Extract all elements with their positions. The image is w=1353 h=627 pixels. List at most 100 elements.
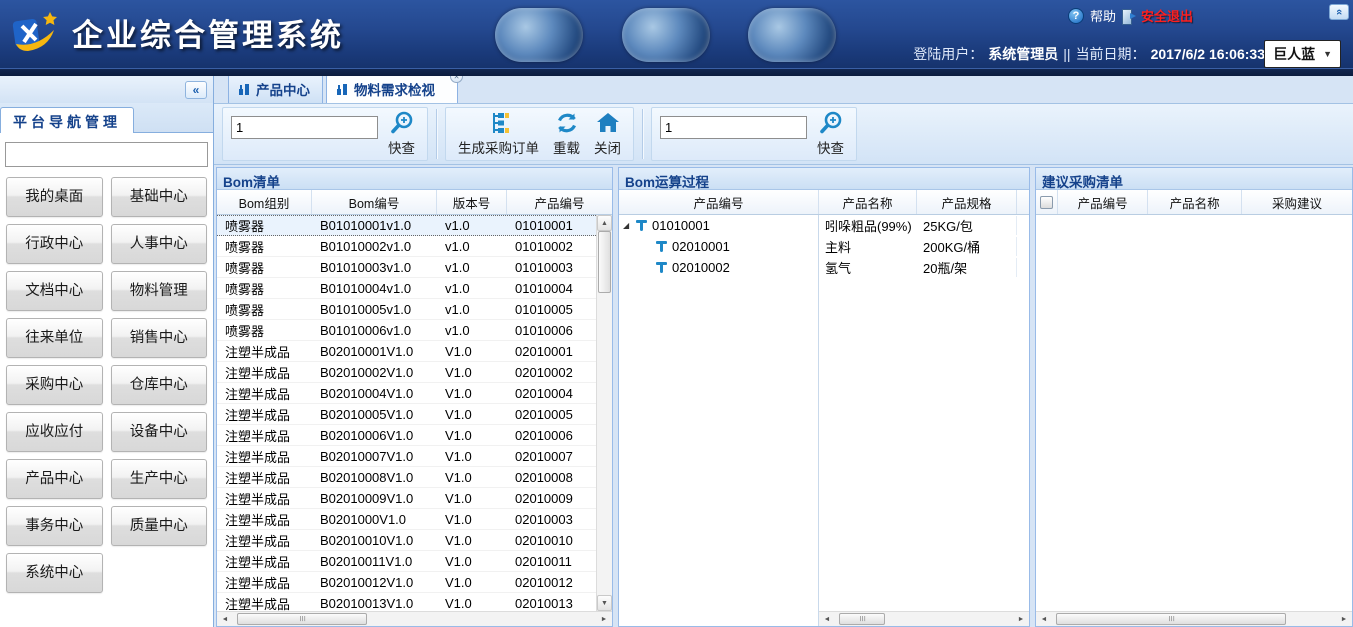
node-code: 01010001 [652, 218, 710, 233]
sidebar-item-11[interactable]: 应收应付 [6, 412, 103, 452]
bom-list-row[interactable]: 注塑半成品B02010009V1.0V1.002010009 [217, 488, 596, 509]
bom-list-row[interactable]: 注塑半成品B02010013V1.0V1.002010013 [217, 593, 596, 611]
suggest-h-scrollbar[interactable]: ◄ ► [1036, 611, 1352, 626]
bom-list-row[interactable]: 喷雾器B01010004v1.0v1.001010004 [217, 278, 596, 299]
column-header-product-spec[interactable]: 产品规格 [917, 190, 1017, 214]
h-scroll-track[interactable] [1052, 612, 1336, 626]
close-button[interactable]: 关闭 [590, 109, 625, 158]
bom-list-row[interactable]: 注塑半成品B0201000V1.0V1.002010003 [217, 509, 596, 530]
column-header-version[interactable]: 版本号 [437, 190, 507, 214]
help-link[interactable]: 帮助 [1090, 6, 1116, 25]
bom-list-row[interactable]: 喷雾器B01010006v1.0v1.001010006 [217, 320, 596, 341]
tree-expander-icon[interactable]: ◢ [623, 221, 636, 230]
detail-row[interactable]: 主料200KG/桶 [819, 236, 1029, 257]
bom-node-icon [656, 240, 667, 253]
cell: 注塑半成品 [217, 447, 312, 466]
cell: 喷雾器 [217, 258, 312, 277]
bom-list-row[interactable]: 注塑半成品B02010011V1.0V1.002010011 [217, 551, 596, 572]
cell: 注塑半成品 [217, 405, 312, 424]
column-header-bom-group[interactable]: Bom组别 [217, 190, 312, 214]
sidebar-item-16[interactable]: 质量中心 [111, 506, 208, 546]
sidebar-item-8[interactable]: 销售中心 [111, 318, 208, 358]
sidebar-search-input[interactable] [5, 142, 208, 167]
bom-list-row[interactable]: 注塑半成品B02010005V1.0V1.002010005 [217, 404, 596, 425]
tab-2[interactable]: 物料需求检视✕ [326, 76, 458, 103]
detail-row[interactable]: 吲哚粗品(99%)25KG/包 [819, 215, 1029, 236]
generate-po-button[interactable]: 生成采购订单 [454, 109, 543, 158]
sidebar-item-1[interactable]: 我的桌面 [6, 177, 103, 217]
banner-collapse-button[interactable]: « [1329, 4, 1349, 20]
cell: V1.0 [437, 365, 507, 380]
sidebar-item-14[interactable]: 生产中心 [111, 459, 208, 499]
scroll-up-icon[interactable]: ▲ [597, 215, 612, 231]
v-scroll-thumb[interactable] [598, 231, 611, 293]
bom-list-row[interactable]: 注塑半成品B02010008V1.0V1.002010008 [217, 467, 596, 488]
scroll-right-icon[interactable]: ► [1013, 612, 1029, 626]
tree-node[interactable]: 02010002 [619, 257, 818, 278]
column-header-product-code[interactable]: 产品编号 [1058, 190, 1148, 214]
tab-label: 物料需求检视 [354, 79, 435, 99]
tree-node[interactable]: 02010001 [619, 236, 818, 257]
sidebar-item-12[interactable]: 设备中心 [111, 412, 208, 452]
sidebar-item-7[interactable]: 往来单位 [6, 318, 103, 358]
quick-search-button-2[interactable]: 快查 [813, 109, 848, 158]
bom-list-row[interactable]: 注塑半成品B02010007V1.0V1.002010007 [217, 446, 596, 467]
detail-row[interactable]: 氢气20瓶/架 [819, 257, 1029, 278]
select-all-checkbox[interactable] [1040, 196, 1053, 209]
h-scroll-thumb[interactable] [237, 613, 367, 625]
column-header-product-name[interactable]: 产品名称 [819, 190, 917, 214]
bom-list-v-scrollbar[interactable]: ▲ ▼ [596, 215, 612, 611]
tab-1[interactable]: 产品中心 [228, 76, 323, 103]
scroll-left-icon[interactable]: ◄ [819, 612, 835, 626]
v-scroll-track[interactable] [597, 231, 612, 595]
sidebar-item-9[interactable]: 采购中心 [6, 365, 103, 405]
tab-close-icon[interactable]: ✕ [450, 76, 463, 83]
column-header-product-code[interactable]: 产品编号 [619, 190, 819, 214]
bom-list-row[interactable]: 喷雾器B01010002v1.0v1.001010002 [217, 236, 596, 257]
h-scroll-track[interactable] [233, 612, 596, 626]
scroll-right-icon[interactable]: ► [1336, 612, 1352, 626]
sidebar-item-5[interactable]: 文档中心 [6, 271, 103, 311]
scroll-down-icon[interactable]: ▼ [597, 595, 612, 611]
banner-bottom-strip [0, 68, 1353, 76]
h-scroll-thumb[interactable] [1056, 613, 1286, 625]
bom-list-row[interactable]: 注塑半成品B02010001V1.0V1.002010001 [217, 341, 596, 362]
h-scroll-thumb[interactable] [839, 613, 885, 625]
bom-list-row[interactable]: 注塑半成品B02010012V1.0V1.002010012 [217, 572, 596, 593]
scroll-right-icon[interactable]: ► [596, 612, 612, 626]
toolbar-separator [436, 109, 437, 159]
sidebar-item-4[interactable]: 人事中心 [111, 224, 208, 264]
quick-search-input-1[interactable] [231, 116, 378, 139]
sidebar-item-10[interactable]: 仓库中心 [111, 365, 208, 405]
quick-search-input-2[interactable] [660, 116, 807, 139]
sidebar-nav-tab[interactable]: 平台导航管理 [0, 107, 134, 136]
bom-list-row[interactable]: 注塑半成品B02010010V1.0V1.002010010 [217, 530, 596, 551]
tree-node[interactable]: ◢ 01010001 [619, 215, 818, 236]
sidebar-item-6[interactable]: 物料管理 [111, 271, 208, 311]
sidebar-item-17[interactable]: 系统中心 [6, 553, 103, 593]
sidebar-collapse-button[interactable]: « [185, 81, 207, 99]
scroll-left-icon[interactable]: ◄ [1036, 612, 1052, 626]
sidebar-item-15[interactable]: 事务中心 [6, 506, 103, 546]
theme-dropdown[interactable]: 巨人蓝 ▼ [1264, 40, 1341, 68]
column-header-bom-code[interactable]: Bom编号 [312, 190, 437, 214]
bom-list-row[interactable]: 注塑半成品B02010006V1.0V1.002010006 [217, 425, 596, 446]
sidebar-item-3[interactable]: 行政中心 [6, 224, 103, 264]
scroll-left-icon[interactable]: ◄ [217, 612, 233, 626]
h-scroll-track[interactable] [835, 612, 1013, 626]
bom-list-row[interactable]: 注塑半成品B02010002V1.0V1.002010002 [217, 362, 596, 383]
sidebar-item-2[interactable]: 基础中心 [111, 177, 208, 217]
quick-search-button-1[interactable]: 快查 [384, 109, 419, 158]
column-header-product-code[interactable]: 产品编号 [507, 190, 612, 214]
bom-list-row[interactable]: 喷雾器B01010005v1.0v1.001010005 [217, 299, 596, 320]
column-header-product-name[interactable]: 产品名称 [1148, 190, 1242, 214]
column-header-purchase-suggestion[interactable]: 采购建议 [1242, 190, 1352, 214]
bom-process-h-scrollbar[interactable]: ◄ ► [819, 611, 1029, 626]
bom-list-row[interactable]: 喷雾器B01010001v1.0v1.001010001 [217, 215, 596, 236]
logout-link[interactable]: 安全退出 [1141, 6, 1193, 25]
bom-list-row[interactable]: 注塑半成品B02010004V1.0V1.002010004 [217, 383, 596, 404]
sidebar-item-13[interactable]: 产品中心 [6, 459, 103, 499]
bom-list-h-scrollbar[interactable]: ◄ ► [217, 611, 612, 626]
reload-button[interactable]: 重载 [549, 109, 584, 158]
bom-list-row[interactable]: 喷雾器B01010003v1.0v1.001010003 [217, 257, 596, 278]
